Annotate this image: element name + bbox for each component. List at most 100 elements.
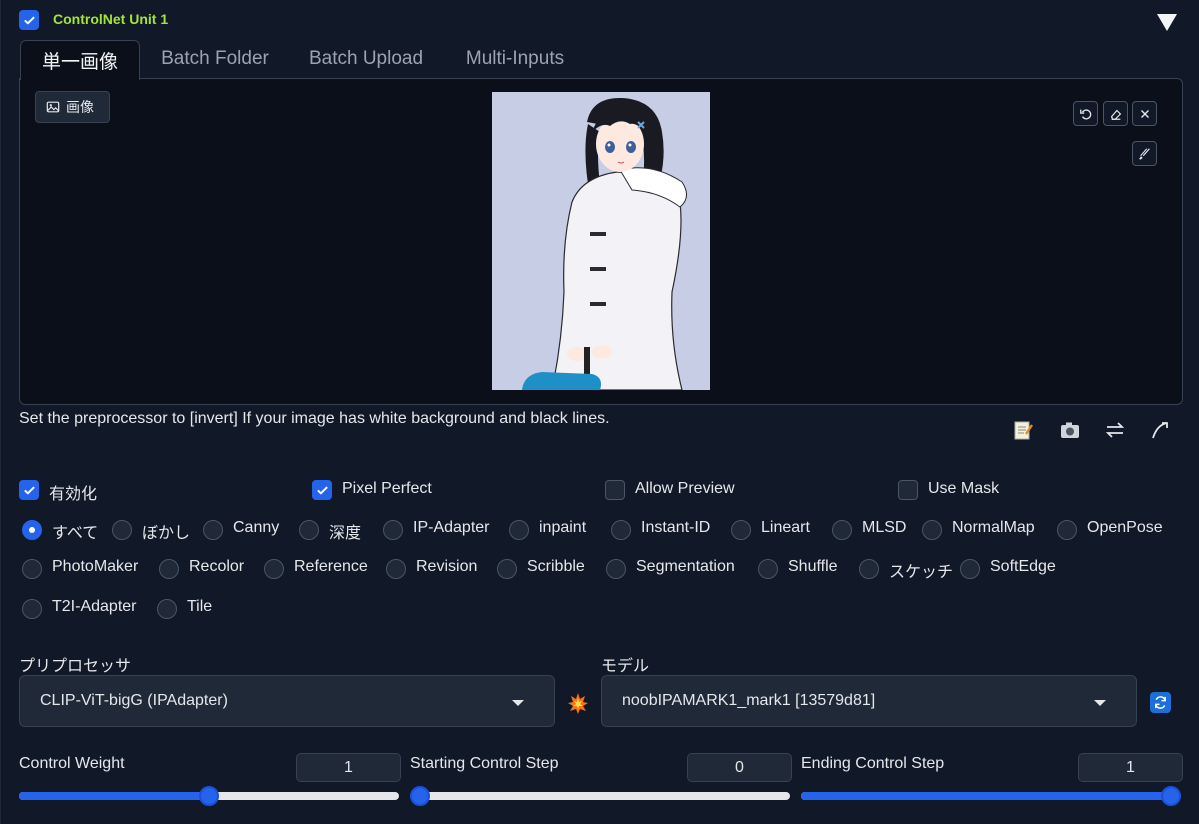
radio-mlsd-label: MLSD	[862, 519, 907, 536]
starting-step-label: Starting Control Step	[410, 755, 559, 772]
chevron-down-icon	[512, 700, 524, 706]
camera-button[interactable]	[1058, 418, 1082, 442]
radio-tile-label: Tile	[187, 598, 213, 615]
radio-inpaint[interactable]	[509, 520, 529, 540]
explosion-icon	[568, 693, 588, 714]
radio-ip-adapter[interactable]	[383, 520, 403, 540]
eraser-button[interactable]	[1103, 101, 1128, 126]
radio-t2i-adapter-label: T2I-Adapter	[52, 598, 137, 615]
memo-icon	[1014, 421, 1033, 440]
radio-scribble-label: Scribble	[527, 558, 585, 575]
radio-canny[interactable]	[203, 520, 223, 540]
control-weight-label: Control Weight	[19, 755, 125, 772]
refresh-models-button[interactable]	[1150, 692, 1171, 713]
radio-shuffle-label: Shuffle	[788, 558, 838, 575]
radio-sketch[interactable]	[859, 559, 879, 579]
slider-thumb[interactable]	[410, 786, 430, 806]
send-dimensions-button[interactable]	[1148, 418, 1172, 442]
radio-blur[interactable]	[112, 520, 132, 540]
use-mask-checkbox[interactable]	[898, 480, 918, 500]
radio-all[interactable]	[22, 520, 42, 540]
radio-scribble[interactable]	[497, 559, 517, 579]
enable-checkbox[interactable]	[19, 480, 39, 500]
tab-batch-folder[interactable]: Batch Folder	[146, 40, 284, 78]
pixel-perfect-label: Pixel Perfect	[342, 480, 432, 497]
slider-thumb[interactable]	[199, 786, 219, 806]
radio-softedge-label: SoftEdge	[990, 558, 1056, 575]
ending-step-input[interactable]: 1	[1078, 753, 1183, 782]
radio-segmentation[interactable]	[606, 559, 626, 579]
radio-revision-label: Revision	[416, 558, 478, 575]
refresh-icon	[1155, 696, 1166, 709]
radio-instant-id-label: Instant-ID	[641, 519, 711, 536]
radio-recolor-label: Recolor	[189, 558, 245, 575]
brush-icon	[1138, 147, 1150, 160]
radio-mlsd[interactable]	[832, 520, 852, 540]
model-dropdown[interactable]: noobIPAMARK1_mark1 [13579d81]	[601, 675, 1137, 727]
control-weight-input[interactable]: 1	[296, 753, 401, 782]
radio-instant-id[interactable]	[611, 520, 631, 540]
camera-icon	[1061, 422, 1079, 438]
tab-multi-inputs[interactable]: Multi-Inputs	[448, 40, 582, 78]
radio-depth-label: 深度	[329, 525, 362, 542]
radio-recolor[interactable]	[159, 559, 179, 579]
pixel-perfect-checkbox[interactable]	[312, 480, 332, 500]
radio-shuffle[interactable]	[758, 559, 778, 579]
starting-step-input[interactable]: 0	[687, 753, 792, 782]
radio-reference-label: Reference	[294, 558, 368, 575]
radio-lineart[interactable]	[731, 520, 751, 540]
anime-girl-illustration	[492, 92, 710, 390]
preprocessor-value: CLIP-ViT-bigG (IPAdapter)	[40, 692, 228, 709]
radio-photomaker[interactable]	[22, 559, 42, 579]
radio-openpose[interactable]	[1057, 520, 1077, 540]
send-icon	[1152, 422, 1168, 439]
radio-openpose-label: OpenPose	[1087, 519, 1163, 536]
image-label-text: 画像	[66, 99, 94, 115]
uploaded-image	[492, 92, 710, 390]
preprocessor-dropdown[interactable]: CLIP-ViT-bigG (IPAdapter)	[19, 675, 555, 727]
unit-enable-checkbox[interactable]	[19, 10, 39, 30]
enable-label: 有効化	[49, 486, 98, 503]
radio-revision[interactable]	[386, 559, 406, 579]
radio-reference[interactable]	[264, 559, 284, 579]
tab-single-image[interactable]: 単一画像	[20, 40, 140, 80]
collapse-toggle-icon[interactable]	[1157, 14, 1177, 31]
check-icon	[23, 16, 35, 24]
radio-segmentation-label: Segmentation	[636, 558, 735, 575]
radio-depth[interactable]	[299, 520, 319, 540]
brush-button[interactable]	[1132, 141, 1157, 166]
slider-fill	[19, 792, 209, 800]
slider-thumb[interactable]	[1161, 786, 1181, 806]
radio-lineart-label: Lineart	[761, 519, 810, 536]
image-icon	[46, 101, 60, 113]
preprocessor-label: プリプロセッサ	[19, 658, 132, 675]
run-preprocessor-button[interactable]	[567, 692, 589, 714]
allow-preview-checkbox[interactable]	[605, 480, 625, 500]
use-mask-label: Use Mask	[928, 480, 1000, 497]
unit-title: ControlNet Unit 1	[53, 11, 169, 27]
undo-button[interactable]	[1073, 101, 1098, 126]
allow-preview-label: Allow Preview	[635, 480, 735, 497]
invert-hint: Set the preprocessor to [invert] If your…	[19, 410, 610, 427]
check-icon	[23, 486, 35, 494]
chevron-down-icon	[1094, 700, 1106, 706]
ending-step-slider[interactable]	[801, 786, 1181, 806]
radio-blur-label: ぼかし	[142, 525, 191, 542]
control-weight-slider[interactable]	[19, 786, 399, 806]
radio-normalmap-label: NormalMap	[952, 519, 1035, 536]
memo-button[interactable]	[1011, 418, 1035, 442]
clear-button[interactable]	[1132, 101, 1157, 126]
radio-all-label: すべて	[52, 525, 99, 542]
eraser-icon	[1110, 109, 1121, 120]
tab-batch-upload[interactable]: Batch Upload	[291, 40, 441, 78]
radio-t2i-adapter[interactable]	[22, 599, 42, 619]
radio-inpaint-label: inpaint	[539, 519, 587, 536]
check-icon	[316, 486, 328, 494]
radio-tile[interactable]	[157, 599, 177, 619]
radio-photomaker-label: PhotoMaker	[52, 558, 139, 575]
starting-step-slider[interactable]	[410, 786, 790, 806]
radio-normalmap[interactable]	[922, 520, 942, 540]
radio-softedge[interactable]	[960, 559, 980, 579]
swap-button[interactable]	[1103, 418, 1127, 442]
model-value: noobIPAMARK1_mark1 [13579d81]	[622, 692, 876, 709]
